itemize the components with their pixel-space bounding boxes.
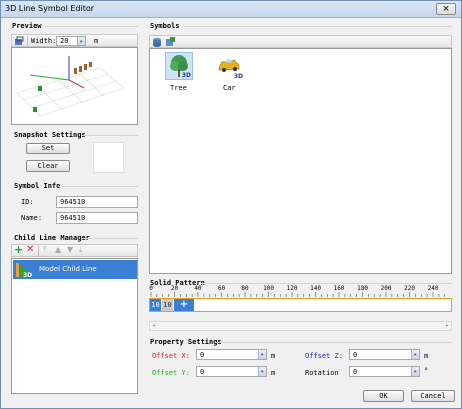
pattern-scrollbar[interactable]: ◂ ▸: [149, 321, 452, 331]
spinner-arrow-icon[interactable]: ▸: [258, 367, 266, 376]
snapshot-settings-label: Snapshot Settings: [14, 131, 86, 139]
offset-z-unit: m: [424, 352, 429, 360]
rotation-unit: °: [424, 367, 429, 375]
symbols-label: Symbols: [150, 22, 180, 30]
child-line-separator: [82, 238, 138, 239]
offset-z-spinner[interactable]: 0 ▸: [349, 349, 420, 360]
symbol-info-label: Symbol Info: [14, 182, 61, 190]
pattern-cell[interactable]: 10: [150, 299, 161, 311]
offset-y-value: 0: [200, 368, 205, 376]
add-icon[interactable]: +: [14, 243, 23, 256]
solid-pattern-separator: [201, 283, 452, 284]
symbol-item-tree[interactable]: 3D Tree: [163, 52, 195, 92]
symbol-car-label: Car: [223, 84, 236, 92]
window-title: 3D Line Symbol Editor: [5, 4, 95, 13]
offset-z-label: Offset Z:: [305, 352, 343, 360]
snapshot-set-button[interactable]: Set: [26, 143, 70, 154]
spinner-arrow-icon[interactable]: ▸: [411, 367, 419, 376]
offset-z-value: 0: [353, 351, 358, 359]
child-line-manager-label: Child Line Manager: [14, 234, 90, 242]
rotation-label: Rotation: [305, 369, 339, 377]
move-bottom-icon[interactable]: ⤓: [79, 245, 83, 255]
add-pattern-icon[interactable]: +: [174, 299, 194, 311]
snapshot-clear-button[interactable]: Clear: [26, 160, 70, 172]
child-line-list[interactable]: 3D Model Child Line: [11, 258, 138, 394]
preview-separator: [45, 26, 138, 27]
offset-x-value: 0: [200, 351, 205, 359]
tree-3d-badge: 3D: [181, 72, 191, 79]
toolbar-divider: [27, 36, 28, 46]
offset-y-unit: m: [271, 369, 276, 377]
preview-scene: [16, 56, 125, 117]
cancel-button[interactable]: Cancel: [411, 390, 455, 402]
ok-button[interactable]: OK: [363, 390, 404, 402]
spinner-arrow-icon[interactable]: ▸: [258, 350, 266, 359]
scroll-right-icon[interactable]: ▸: [445, 322, 449, 329]
close-button[interactable]: ×: [436, 3, 456, 15]
name-label: Name:: [21, 214, 43, 222]
move-top-icon[interactable]: ⤒: [43, 245, 47, 255]
id-field[interactable]: 964510: [56, 196, 138, 208]
move-up-icon[interactable]: ▲: [55, 245, 61, 254]
spinner-arrow-icon[interactable]: ▸: [77, 37, 85, 45]
title-bar[interactable]: 3D Line Symbol Editor ×: [1, 1, 461, 18]
property-settings-label: Property Settings: [150, 338, 222, 346]
offset-x-spinner[interactable]: 0 ▸: [196, 349, 267, 360]
pattern-cell[interactable]: 10: [162, 299, 173, 311]
width-spinner[interactable]: 20 ▸: [56, 36, 86, 46]
snapshot-thumbnail: [93, 142, 124, 173]
list-item[interactable]: 3D Model Child Line: [13, 260, 137, 279]
symbol-tree-label: Tree: [170, 84, 187, 92]
scroll-left-icon[interactable]: ◂: [152, 322, 156, 329]
width-unit: m: [94, 37, 99, 45]
property-separator: [216, 342, 452, 343]
pattern-strip[interactable]: 10 10 +: [149, 298, 452, 312]
symbol-info-separator: [58, 186, 138, 187]
rotation-value: 0: [353, 368, 358, 376]
symbol-item-car[interactable]: 3D Car: [214, 52, 246, 92]
add-symbol-icon[interactable]: [165, 37, 175, 47]
id-label: ID:: [21, 198, 34, 206]
symbol-car-thumbnail: 3D: [216, 52, 244, 80]
offset-x-label: Offset X:: [152, 352, 190, 360]
model-child-line-icon: 3D: [16, 263, 32, 278]
offset-y-label: Offset Y:: [152, 369, 190, 377]
symbols-gallery[interactable]: 3D Tree 3D Car: [149, 48, 452, 274]
snapshot-separator: [82, 135, 138, 136]
svg-text:3D: 3D: [23, 272, 32, 278]
snapshot-camera-icon[interactable]: [14, 36, 24, 46]
rotation-spinner[interactable]: 0 ▸: [349, 366, 420, 377]
toolbar-divider: [38, 246, 39, 256]
delete-icon[interactable]: ✕: [26, 244, 34, 255]
spinner-arrow-icon[interactable]: ▸: [411, 350, 419, 359]
preview-label: Preview: [12, 22, 42, 30]
symbol-editor-window: 3D Line Symbol Editor × Preview Width: 2…: [0, 0, 462, 409]
offset-y-spinner[interactable]: 0 ▸: [196, 366, 267, 377]
symbol-library-icon[interactable]: [152, 37, 162, 47]
child-line-toolbar: + ✕ ⤒ ▲ ▼ ⤓: [11, 243, 138, 257]
width-label: Width:: [31, 37, 57, 45]
offset-x-unit: m: [271, 352, 276, 360]
move-down-icon[interactable]: ▼: [67, 245, 73, 254]
list-item-label: Model Child Line: [39, 265, 97, 273]
symbols-toolbar: [149, 35, 452, 48]
pattern-ruler: 0 20 40 60 80 100 120 140 160 180 200 220 240: [149, 285, 452, 298]
symbol-tree-thumbnail: 3D: [165, 52, 193, 80]
close-icon: ×: [442, 4, 450, 14]
width-value: 20: [60, 37, 69, 45]
preview-toolbar: Width: 20 ▸ m: [11, 34, 138, 47]
name-field[interactable]: 964510: [56, 212, 138, 224]
car-3d-badge: 3D: [233, 73, 243, 80]
symbols-separator: [183, 26, 452, 27]
preview-viewport[interactable]: [11, 47, 138, 125]
